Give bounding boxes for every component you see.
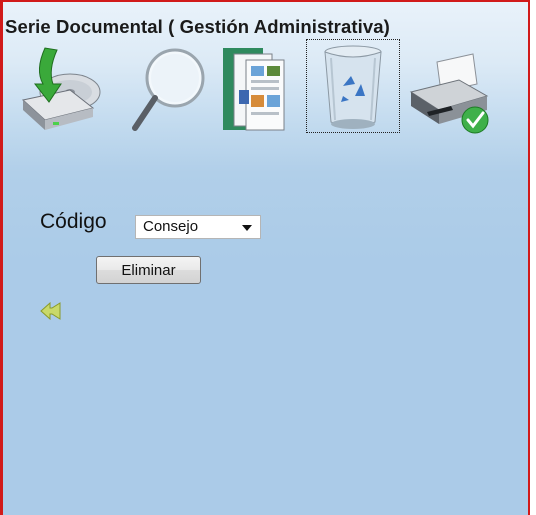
codigo-label: Código	[40, 210, 107, 233]
eliminar-button[interactable]: Eliminar	[96, 256, 201, 284]
codigo-select-value: Consejo	[143, 218, 199, 235]
disk-download-icon[interactable]	[15, 40, 105, 136]
recycle-bin-icon[interactable]	[306, 39, 400, 133]
page-title: Serie Documental ( Gestión Administrativ…	[5, 16, 390, 37]
documents-icon[interactable]	[218, 40, 303, 136]
codigo-select[interactable]: Consejo	[135, 215, 261, 239]
toolbar	[3, 39, 528, 140]
back-arrow-icon[interactable]	[40, 301, 62, 325]
printer-check-icon[interactable]	[403, 40, 495, 136]
magnifier-icon[interactable]	[125, 40, 210, 136]
chevron-down-icon	[242, 225, 252, 231]
app-window: Serie Documental ( Gestión Administrativ…	[0, 0, 530, 515]
